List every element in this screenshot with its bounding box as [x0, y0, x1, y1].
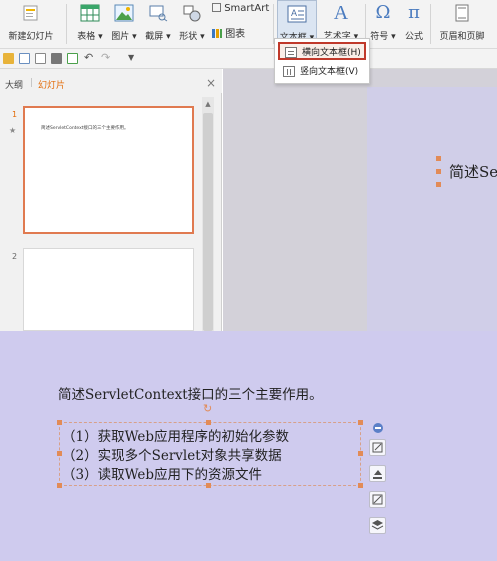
chart-label: 图表 [225, 29, 246, 40]
resize-handle[interactable] [358, 483, 363, 488]
save-icon[interactable] [19, 53, 30, 64]
chart-icon [212, 29, 222, 38]
scrollbar-thumb[interactable] [203, 113, 213, 331]
picture-icon [114, 4, 134, 22]
vertical-textbox-icon [283, 66, 295, 77]
picture-label: 图片 ▾ [111, 32, 137, 42]
outline-button[interactable] [369, 491, 386, 508]
zoomed-slide: 简述ServletContext接口的三个主要作用。 ↻ （1）获取Web应用程… [0, 331, 497, 561]
collapse-icon[interactable] [373, 423, 383, 433]
menu-item-horizontal-textbox[interactable]: 横向文本框(H) [278, 42, 366, 60]
current-slide[interactable]: 简述Se [367, 87, 497, 331]
screenshot-button[interactable]: 截屏 ▾ [142, 0, 174, 49]
slide-thumbnail-1[interactable]: 简述ServletContext接口的三个主要作用。 [23, 106, 194, 234]
undo-icon[interactable]: ↶ [84, 52, 95, 64]
picture-button[interactable]: 图片 ▾ [108, 0, 140, 49]
slide-number-2: 2 [12, 252, 18, 261]
list-item[interactable]: （1）获取Web应用程序的初始化参数 [62, 425, 289, 445]
slide-title-partial[interactable]: 简述Se [449, 161, 497, 182]
list-item[interactable]: （2）实现多个Servlet对象共享数据 [62, 444, 282, 464]
open-icon[interactable] [3, 53, 14, 64]
fill-button[interactable] [369, 465, 386, 482]
tab-outline[interactable]: 大纲 [5, 78, 23, 91]
rotate-handle-icon[interactable]: ↻ [203, 402, 212, 415]
resize-handle[interactable] [358, 451, 363, 456]
edit-pen-icon [372, 442, 383, 453]
thumbnail-1-text: 简述ServletContext接口的三个主要作用。 [41, 126, 129, 131]
fill-bucket-icon [373, 470, 382, 479]
formula-button[interactable]: π 公式 [401, 0, 427, 49]
resize-handle[interactable] [57, 483, 62, 488]
header-footer-button[interactable]: 页眉和页脚 [436, 0, 488, 49]
tab-slides[interactable]: 幻灯片 [38, 78, 65, 91]
list-item[interactable]: （3）读取Web应用下的资源文件 [62, 463, 262, 483]
layers-icon [371, 520, 384, 530]
layers-button[interactable] [369, 517, 386, 534]
resize-handle[interactable] [436, 169, 441, 174]
chart-button[interactable]: 图表 [212, 25, 262, 40]
export-pdf-icon[interactable] [35, 53, 46, 64]
animation-star-icon: ★ [9, 126, 17, 135]
screenshot-label: 截屏 ▾ [145, 32, 171, 42]
shapes-label: 形状 ▾ [179, 32, 205, 42]
menu-item-vertical-textbox[interactable]: 竖向文本框(V) [278, 63, 366, 81]
redo-icon[interactable]: ↷ [101, 52, 112, 64]
horizontal-textbox-icon [285, 47, 297, 58]
slide-title[interactable]: 简述ServletContext接口的三个主要作用。 [58, 383, 323, 403]
svg-text:A: A [291, 8, 297, 18]
close-panel-button[interactable]: × [206, 76, 216, 90]
smartart-icon [212, 3, 221, 12]
header-footer-label: 页眉和页脚 [439, 32, 485, 42]
header-footer-icon [455, 4, 469, 22]
panel-scrollbar[interactable]: ▲ [202, 97, 214, 331]
tab-divider: | [30, 78, 34, 88]
slide-thumbnail-2[interactable] [23, 248, 194, 331]
textbox-icon: A [287, 5, 307, 23]
resize-handle[interactable] [436, 182, 441, 187]
resize-handle[interactable] [206, 483, 211, 488]
omega-icon: Ω [375, 2, 391, 23]
screenshot-icon [149, 5, 168, 22]
wordart-icon: A [333, 2, 349, 24]
customize-toolbar-icon[interactable]: ▼ [128, 53, 139, 64]
ribbon: 新建幻灯片 表格 ▾ 图片 ▾ 截屏 ▾ 形状 ▾ SmartArt 图表 A … [0, 0, 497, 49]
outline-icon [372, 494, 383, 505]
smartart-button[interactable]: SmartArt [212, 3, 272, 17]
new-slide-label: 新建幻灯片 [8, 32, 54, 42]
table-icon [80, 4, 100, 22]
symbol-button[interactable]: Ω 符号 ▾ [367, 0, 399, 49]
print-icon[interactable] [51, 53, 62, 64]
shapes-button[interactable]: 形状 ▾ [176, 0, 208, 49]
table-button[interactable]: 表格 ▾ [74, 0, 106, 49]
shapes-icon [183, 5, 201, 22]
pi-icon: π [408, 2, 420, 23]
ribbon-divider [66, 4, 67, 44]
print-preview-icon[interactable] [67, 53, 78, 64]
textbox-dropdown-menu: 横向文本框(H) 竖向文本框(V) [274, 38, 370, 84]
scroll-up-icon[interactable]: ▲ [202, 97, 214, 111]
panel-tabs: 大纲 | 幻灯片 × [0, 69, 222, 93]
resize-handle[interactable] [358, 420, 363, 425]
formula-label: 公式 [404, 32, 423, 42]
smartart-label: SmartArt [224, 3, 270, 14]
new-slide-icon [23, 5, 38, 21]
edit-shape-button[interactable] [369, 439, 386, 456]
quick-access-toolbar: ↶ ↷ ▼ [0, 49, 497, 69]
new-slide-button[interactable]: 新建幻灯片 [2, 0, 60, 49]
slide-number-1: 1 [12, 110, 18, 119]
resize-handle[interactable] [436, 156, 441, 161]
vertical-textbox-label: 竖向文本框(V) [300, 67, 359, 77]
ribbon-divider [430, 4, 431, 44]
table-label: 表格 ▾ [77, 32, 103, 42]
horizontal-textbox-label: 横向文本框(H) [302, 48, 361, 58]
symbol-label: 符号 ▾ [370, 32, 396, 42]
